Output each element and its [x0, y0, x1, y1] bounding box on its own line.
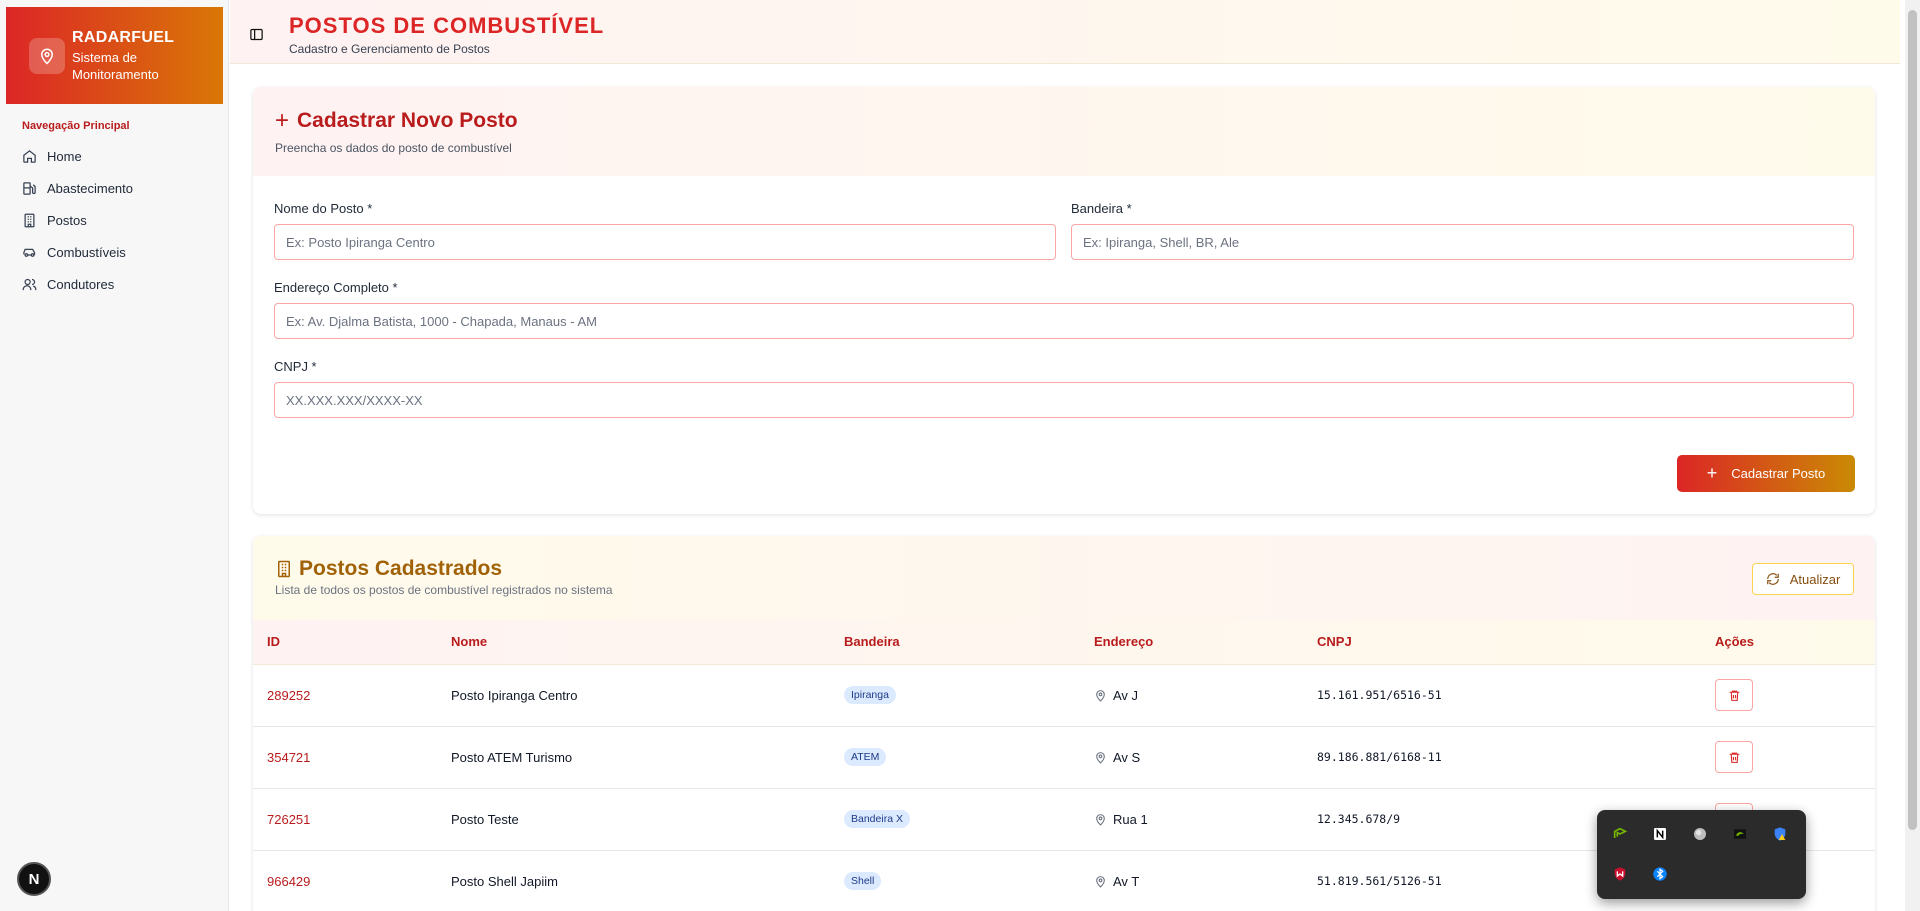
- column-header-bandeira: Bandeira: [844, 634, 900, 650]
- sidebar-toggle-button[interactable]: [246, 24, 266, 44]
- stations-list-subtitle: Lista de todos os postos de combustível …: [275, 583, 613, 597]
- cnpj-input[interactable]: [274, 382, 1854, 418]
- brand-subtitle: Sistema de Monitoramento: [72, 50, 159, 82]
- table-row: 289252 Posto Ipiranga Centro Ipiranga Av…: [253, 664, 1875, 726]
- nvidia-broadcast-icon[interactable]: [1609, 823, 1631, 845]
- plus-icon: +: [275, 107, 290, 134]
- page-subtitle: Cadastro e Gerenciamento de Postos: [289, 42, 490, 56]
- nextjs-dev-badge[interactable]: N: [17, 862, 51, 896]
- notion-icon[interactable]: [1649, 823, 1671, 845]
- column-header-endereco: Endereço: [1094, 634, 1154, 650]
- page-title: POSTOS DE COMBUSTÍVEL: [289, 13, 605, 38]
- row-endereco: Rua 1: [1113, 811, 1148, 827]
- delete-button[interactable]: [1715, 679, 1753, 711]
- nome-input[interactable]: [274, 224, 1056, 260]
- fuel-pump-icon: [23, 181, 36, 195]
- page-scrollbar[interactable]: [1905, 0, 1920, 911]
- refresh-icon: [1766, 573, 1779, 585]
- register-form: Nome do Posto * Bandeira * Endereço Comp…: [253, 176, 1875, 514]
- mcafee-icon[interactable]: [1609, 863, 1631, 885]
- cnpj-label: CNPJ *: [274, 359, 317, 374]
- register-button-label: Cadastrar Posto: [1731, 466, 1826, 481]
- map-pin-icon: [29, 37, 65, 74]
- globe-icon[interactable]: [1689, 823, 1711, 845]
- bandeira-badge: Ipiranga: [844, 686, 896, 704]
- bandeira-label: Bandeira *: [1071, 201, 1132, 216]
- refresh-label: Atualizar: [1789, 571, 1841, 587]
- building-icon: [278, 560, 290, 578]
- trash-icon: [1729, 752, 1739, 763]
- column-header-acoes: Ações: [1715, 634, 1755, 650]
- map-pin-icon: [1096, 813, 1105, 826]
- bandeira-input[interactable]: [1071, 224, 1854, 260]
- register-station-card: + Cadastrar Novo Posto Preencha os dados…: [253, 87, 1875, 514]
- table-row: 354721 Posto ATEM Turismo ATEM Av S 89.1…: [253, 726, 1875, 788]
- home-icon: [23, 149, 36, 163]
- row-endereco: Av J: [1113, 687, 1139, 703]
- endereco-input[interactable]: [274, 303, 1854, 339]
- sidebar-item-label: Condutores: [47, 276, 115, 292]
- brand-title: RADARFUEL: [72, 29, 175, 46]
- map-pin-icon: [1096, 689, 1105, 702]
- building-icon: [24, 213, 35, 227]
- row-id: 726251: [267, 811, 311, 827]
- bandeira-badge: Bandeira X: [844, 810, 910, 828]
- row-id: 354721: [267, 749, 311, 765]
- register-station-button[interactable]: + Cadastrar Posto: [1677, 455, 1855, 492]
- nome-label: Nome do Posto *: [274, 201, 373, 216]
- bandeira-badge: Shell: [844, 872, 882, 890]
- brand-banner[interactable]: RADARFUEL Sistema de Monitoramento: [6, 7, 223, 104]
- delete-button[interactable]: [1715, 741, 1753, 773]
- row-nome: Posto ATEM Turismo: [451, 749, 573, 765]
- row-cnpj: 15.161.951/6516-51: [1317, 688, 1442, 702]
- stations-list-header: Postos Cadastrados Lista de todos os pos…: [253, 536, 1875, 620]
- scrollbar-thumb[interactable]: [1908, 10, 1917, 830]
- map-pin-icon: [1096, 875, 1105, 888]
- bandeira-badge: ATEM: [844, 748, 887, 766]
- sidebar-item-label: Combustíveis: [47, 244, 126, 260]
- table-header-row: ID Nome Bandeira Endereço CNPJ Ações: [253, 620, 1875, 664]
- users-icon: [22, 278, 37, 290]
- windows-security-icon[interactable]: [1769, 823, 1791, 845]
- refresh-button[interactable]: Atualizar: [1752, 563, 1854, 595]
- sidebar-item-abastecimento[interactable]: Abastecimento: [10, 172, 220, 204]
- nvidia-icon[interactable]: [1729, 823, 1751, 845]
- nav-section-label: Navegação Principal: [22, 120, 130, 132]
- sidebar-item-label: Postos: [47, 212, 87, 228]
- row-cnpj: 89.186.881/6168-11: [1317, 750, 1442, 764]
- column-header-nome: Nome: [451, 634, 488, 650]
- page-header: POSTOS DE COMBUSTÍVEL Cadastro e Gerenci…: [230, 0, 1900, 64]
- sidebar-item-postos[interactable]: Postos: [10, 204, 220, 236]
- plus-icon: +: [1706, 463, 1718, 483]
- sidebar-item-home[interactable]: Home: [10, 140, 220, 172]
- row-endereco: Av T: [1113, 873, 1140, 889]
- map-pin-icon: [1096, 751, 1105, 764]
- row-id: 289252: [267, 687, 311, 703]
- row-id: 966429: [267, 873, 311, 889]
- register-card-title: Cadastrar Novo Posto: [297, 109, 518, 132]
- stations-list-title: Postos Cadastrados: [299, 557, 503, 580]
- row-nome: Posto Shell Japiim: [451, 873, 558, 889]
- sidebar-item-label: Abastecimento: [47, 180, 133, 196]
- column-header-id: ID: [267, 634, 280, 650]
- row-nome: Posto Ipiranga Centro: [451, 687, 578, 703]
- sidebar: RADARFUEL Sistema de Monitoramento Naveg…: [0, 0, 229, 911]
- sidebar-item-condutores[interactable]: Condutores: [10, 268, 220, 300]
- sidebar-item-label: Home: [47, 148, 82, 164]
- trash-icon: [1729, 690, 1739, 701]
- register-card-header: + Cadastrar Novo Posto Preencha os dados…: [253, 87, 1875, 176]
- sidebar-item-combustiveis[interactable]: Combustíveis: [10, 236, 220, 268]
- row-endereco: Av S: [1113, 749, 1141, 765]
- car-icon: [23, 248, 36, 257]
- column-header-cnpj: CNPJ: [1317, 634, 1352, 650]
- bluetooth-icon[interactable]: [1649, 863, 1671, 885]
- row-nome: Posto Teste: [451, 811, 519, 827]
- main-nav: Home Abastecimento Postos Combustíveis C…: [10, 140, 220, 300]
- system-tray-popup: [1597, 810, 1806, 899]
- panel-left-icon: [249, 28, 263, 40]
- endereco-label: Endereço Completo *: [274, 280, 398, 295]
- register-card-subtitle: Preencha os dados do posto de combustíve…: [275, 141, 512, 155]
